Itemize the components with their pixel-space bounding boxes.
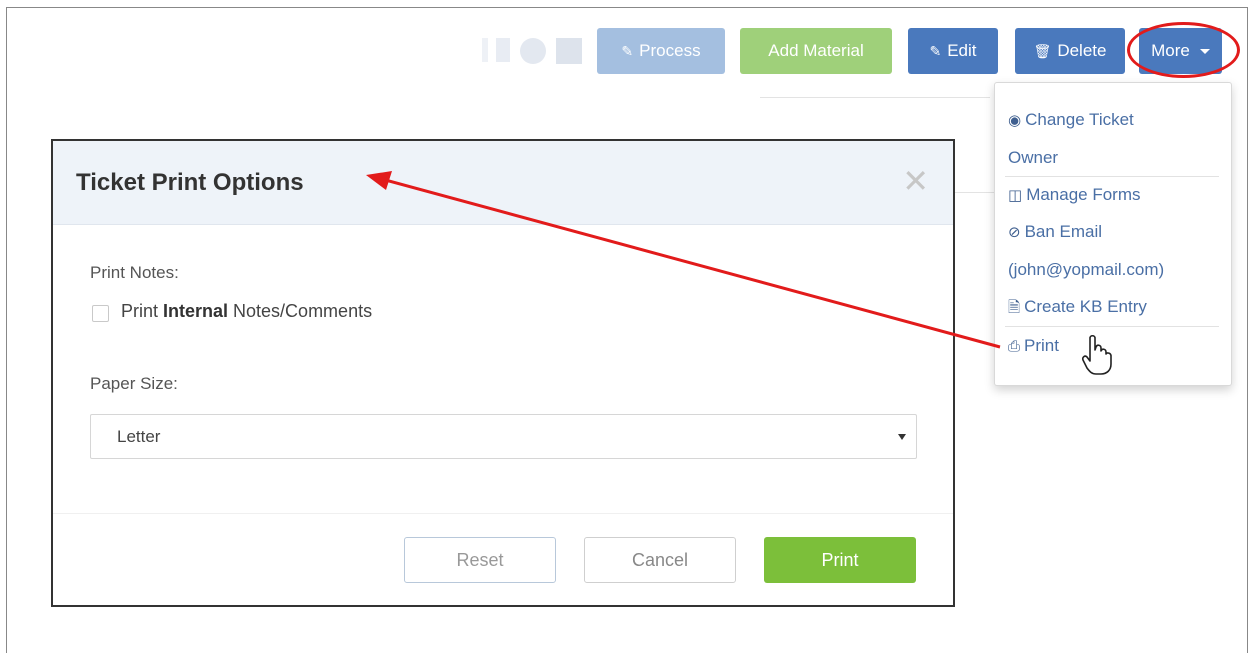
toolbar-decoration: [556, 38, 582, 64]
paper-size-value: Letter: [117, 427, 161, 446]
document-icon: 🗎: [1008, 299, 1021, 316]
trash-icon: 🗑: [1033, 42, 1052, 59]
ban-icon: ⊘: [1008, 224, 1021, 241]
close-icon[interactable]: ✕: [902, 165, 929, 197]
checkbox-label-suffix: Notes/Comments: [228, 301, 373, 321]
edit-icon: ✎: [929, 42, 942, 59]
caret-down-icon: [1199, 48, 1210, 54]
edit-square-icon: ✎: [621, 42, 634, 59]
dialog-title: Ticket Print Options: [76, 169, 304, 196]
forms-icon: ◫: [1008, 187, 1023, 204]
print-notes-label: Print Notes:: [90, 263, 179, 282]
dialog-header: Ticket Print Options ✕: [53, 141, 953, 225]
toolbar-decoration: [496, 38, 510, 62]
process-button-label: Process: [639, 41, 701, 60]
menu-item-label: Ban Email: [1024, 222, 1103, 241]
chevron-down-icon: [898, 434, 906, 440]
menu-item-create-kb-entry[interactable]: 🗎 Create KB Entry: [1008, 288, 1218, 326]
print-button[interactable]: Print: [764, 537, 916, 583]
menu-item-change-ticket-owner[interactable]: ◉ Change Ticket Owner: [1008, 101, 1218, 176]
reset-button[interactable]: Reset: [404, 537, 556, 583]
footer-divider: [53, 513, 953, 514]
menu-item-manage-forms[interactable]: ◫ Manage Forms: [1008, 176, 1218, 214]
delete-button[interactable]: 🗑 Delete: [1015, 28, 1125, 74]
add-material-button-label: Add Material: [768, 41, 864, 60]
menu-item-label: (john@yopmail.com): [1008, 260, 1165, 279]
cancel-button[interactable]: Cancel: [584, 537, 736, 583]
menu-item-label: Change Ticket: [1025, 110, 1134, 129]
more-button[interactable]: More: [1139, 28, 1222, 74]
edit-button[interactable]: ✎ Edit: [908, 28, 998, 74]
print-internal-notes-label[interactable]: Print Internal Notes/Comments: [121, 301, 372, 322]
paper-size-label: Paper Size:: [90, 374, 178, 393]
checkbox-label-bold: Internal: [163, 301, 229, 321]
menu-item-label: Print: [1024, 336, 1059, 355]
print-internal-notes-checkbox[interactable]: [92, 305, 109, 322]
paper-size-select[interactable]: Letter: [90, 414, 917, 459]
checkbox-label-prefix: Print: [121, 301, 164, 321]
process-button[interactable]: ✎ Process: [597, 28, 725, 74]
toolbar-decoration: [520, 38, 546, 64]
add-material-button[interactable]: Add Material: [740, 28, 892, 74]
menu-item-label: Manage Forms: [1026, 185, 1141, 204]
ticket-print-options-dialog: Ticket Print Options ✕ Print Notes: Prin…: [51, 139, 955, 607]
edit-button-label: Edit: [947, 41, 977, 60]
hand-cursor-icon: [1082, 334, 1112, 375]
toolbar-decoration: [482, 38, 488, 62]
more-button-label: More: [1151, 41, 1190, 60]
menu-item-label: Create KB Entry: [1024, 297, 1147, 316]
user-circle-icon: ◉: [1008, 112, 1022, 129]
divider: [955, 192, 995, 193]
menu-item-ban-email[interactable]: ⊘ Ban Email (john@yopmail.com): [1008, 213, 1218, 288]
menu-item-label: Owner: [1008, 148, 1059, 167]
printer-icon: ⎙: [1008, 338, 1021, 355]
delete-button-label: Delete: [1057, 41, 1107, 60]
divider: [760, 97, 990, 98]
